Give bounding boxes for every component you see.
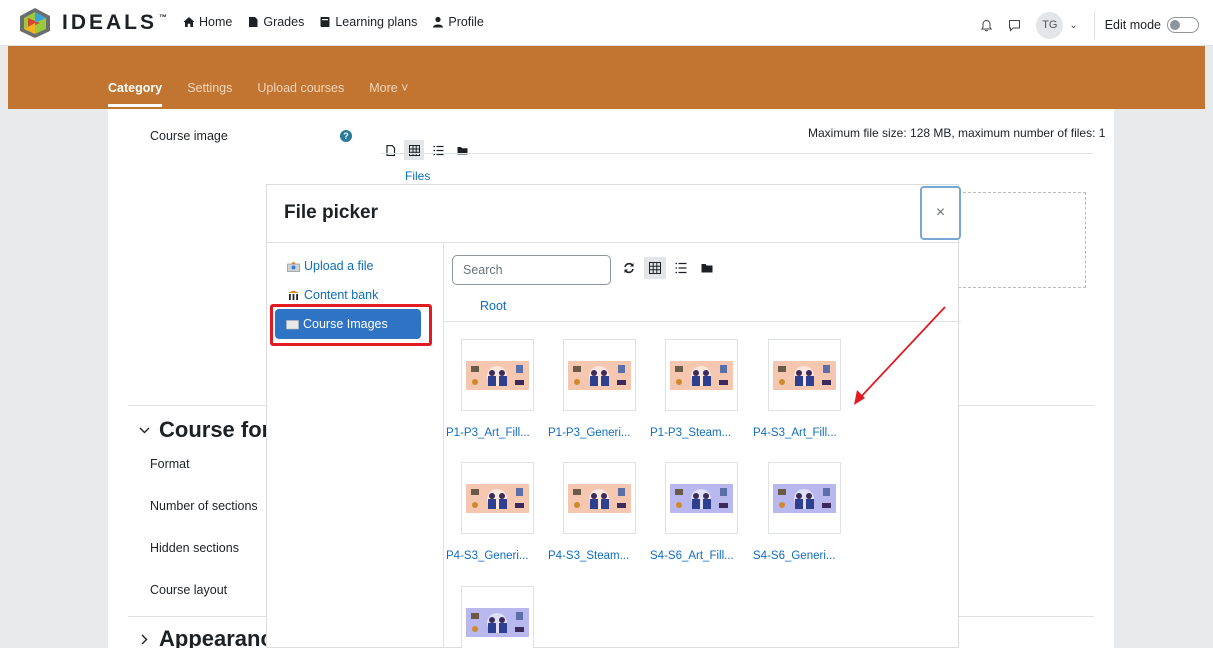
nav-profile-label: Profile	[448, 15, 484, 29]
refresh-button[interactable]	[618, 257, 640, 279]
appearance-section-header[interactable]: Appearanc	[138, 626, 273, 648]
file-thumbnail	[461, 462, 534, 534]
course-image-icon	[466, 360, 529, 390]
course-image-icon	[670, 360, 733, 390]
top-navbar: IDEALS ™ Home Grades Learning plans Profi…	[0, 0, 1213, 46]
course-image-icon	[670, 483, 733, 513]
hidden-sections-label: Hidden sections	[150, 541, 239, 555]
file-thumbnail	[461, 339, 534, 411]
notifications-button[interactable]	[974, 13, 998, 37]
edit-mode-toggle[interactable]	[1167, 17, 1199, 33]
tab-settings[interactable]: Settings	[187, 81, 232, 107]
course-layout-label: Course layout	[150, 583, 228, 597]
course-image-icon	[773, 483, 836, 513]
course-image-icon	[466, 607, 529, 637]
close-icon: ×	[935, 204, 946, 221]
file-name: P4-S3_Art_Fill...	[753, 427, 837, 439]
nav-learning-plans[interactable]: Learning plans	[319, 15, 417, 29]
user-menu-area: TG ⌄ Edit mode	[974, 11, 1199, 39]
chevron-down-icon	[139, 427, 150, 433]
files-breadcrumb-link[interactable]: Files	[405, 169, 430, 183]
view-icons-button[interactable]	[644, 257, 666, 279]
nav-profile[interactable]: Profile	[432, 15, 484, 29]
home-icon	[183, 17, 195, 27]
file-thumbnail	[665, 339, 738, 411]
file-picker-title: File picker	[284, 202, 378, 223]
course-image-icon	[773, 360, 836, 390]
appearance-heading: Appearanc	[159, 626, 273, 648]
edit-mode-label: Edit mode	[1104, 18, 1161, 32]
tab-category[interactable]: Category	[108, 81, 163, 107]
ideals-logo[interactable]: IDEALS ™	[18, 7, 167, 39]
file-thumbnail	[768, 339, 841, 411]
file-thumbnail	[665, 462, 738, 534]
bell-icon	[980, 19, 993, 31]
course-image-icon	[568, 483, 631, 513]
format-label: Format	[150, 457, 190, 471]
file-thumbnail	[768, 462, 841, 534]
grid-icon	[649, 262, 661, 274]
refresh-icon	[624, 262, 634, 274]
messages-button[interactable]	[1002, 13, 1026, 37]
file-name: P1-P3_Generi...	[548, 427, 631, 439]
course-image-label: Course image	[150, 129, 228, 143]
course-image-icon	[466, 483, 529, 513]
file-name: P1-P3_Art_Fill...	[446, 427, 530, 439]
user-icon	[433, 16, 444, 28]
nav-home-label: Home	[199, 15, 233, 29]
repo-upload-file-label: Upload a file	[304, 259, 374, 273]
nav-home[interactable]: Home	[183, 15, 232, 29]
list-icon	[675, 262, 687, 274]
chevron-right-icon	[141, 634, 148, 644]
book-icon	[320, 17, 330, 27]
file-thumbnail	[461, 586, 534, 648]
chevron-down-icon: ⌄	[1069, 19, 1078, 31]
upload-icon	[287, 261, 300, 272]
folder-icon	[701, 264, 713, 273]
view-list-button[interactable]	[670, 257, 692, 279]
file-name: P1-P3_Steam...	[650, 427, 732, 439]
repo-content-bank[interactable]: Content bank	[287, 288, 378, 302]
user-menu-toggle[interactable]: TG ⌄	[1036, 11, 1083, 39]
view-tree-button[interactable]	[696, 257, 718, 279]
grades-icon	[249, 17, 258, 27]
breadcrumb-root[interactable]: Root	[480, 299, 506, 313]
divider	[444, 321, 961, 322]
number-of-sections-label: Number of sections	[150, 499, 258, 513]
content-bank-icon	[288, 290, 299, 300]
file-view-toolbar	[618, 257, 718, 279]
tab-more[interactable]: More ˅	[369, 81, 408, 107]
file-name: S4-S6_Generi...	[753, 550, 836, 562]
chat-icon	[1008, 19, 1020, 32]
tab-upload-courses[interactable]: Upload courses	[257, 81, 344, 107]
nav-learning-plans-label: Learning plans	[335, 15, 418, 29]
max-file-size-text: Maximum file size: 128 MB, maximum numbe…	[808, 126, 1106, 140]
file-thumbnail	[563, 339, 636, 411]
red-highlight-annotation	[270, 304, 432, 346]
file-name: P4-S3_Generi...	[446, 550, 529, 562]
repo-upload-file[interactable]: Upload a file	[287, 259, 374, 273]
help-icon[interactable]: ?	[340, 130, 352, 142]
primary-nav: Home Grades Learning plans Profile	[183, 15, 484, 29]
drop-zone[interactable]	[958, 192, 1086, 288]
repo-content-bank-label: Content bank	[304, 288, 379, 302]
close-button[interactable]: ×	[920, 186, 961, 240]
file-thumbnail	[563, 462, 636, 534]
avatar: TG	[1036, 11, 1064, 39]
secondary-navigation: Category Settings Upload courses More ˅	[8, 46, 1205, 109]
course-image-icon	[568, 360, 631, 390]
file-picker-dialog: File picker × Upload a file Content bank…	[266, 184, 961, 648]
search-input[interactable]	[452, 255, 611, 285]
nav-grades[interactable]: Grades	[247, 15, 304, 29]
file-name: P4-S3_Steam...	[548, 550, 630, 562]
repository-content: Root P1-P3_Art_Fill... P1-P3_Generi... P1-…	[443, 243, 961, 648]
nav-grades-label: Grades	[263, 15, 305, 29]
ideals-logo-icon	[20, 8, 50, 38]
brand-name: IDEALS ™	[62, 11, 168, 34]
file-name: S4-S6_Art_Fill...	[650, 550, 734, 562]
divider	[1093, 11, 1095, 39]
